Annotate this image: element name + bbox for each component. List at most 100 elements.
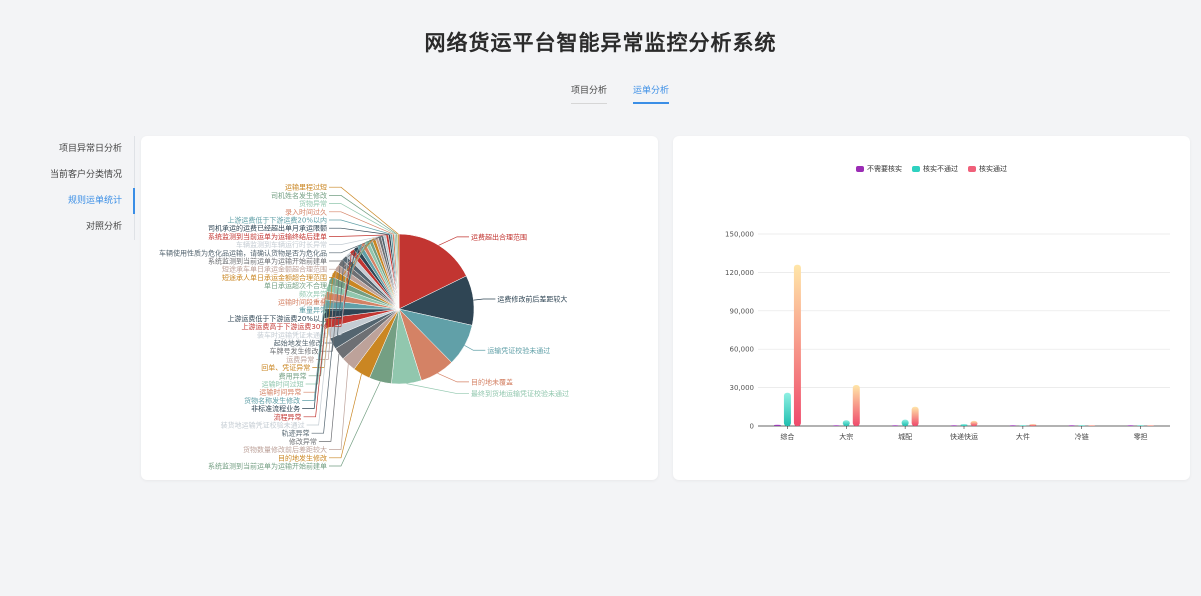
bar[interactable] (950, 425, 958, 426)
x-tick-label: 冷链 (1075, 432, 1089, 441)
nav-item-rule-waybill-stats[interactable]: 规则运单统计 (40, 188, 135, 214)
pie-label-line (329, 219, 392, 235)
y-tick-label: 30,000 (730, 384, 755, 392)
pie-slice-label: 最终到货地运输凭证校验未通过 (471, 389, 569, 398)
pie-slice-label: 运费修改前后差距较大 (497, 294, 567, 303)
pie-label-line (464, 345, 486, 351)
pie-label-line (318, 353, 340, 442)
bar[interactable] (783, 392, 791, 426)
y-tick-label: 0 (750, 423, 754, 431)
y-tick-label: 60,000 (730, 346, 755, 354)
pie-slice-label: 运费异常 (286, 355, 314, 364)
pie-slice-label: 司机承运的运费已经超出单月承运限额 (208, 224, 327, 233)
bar[interactable] (960, 424, 968, 426)
bar[interactable] (1019, 425, 1027, 426)
pie-slice-label: 装货地运输凭证校验未通过 (221, 421, 305, 430)
tab-project-analysis[interactable]: 项目分析 (571, 83, 608, 104)
pie-slice-label: 车辆使用性质为危化品运输，请确认货物是否为危化品 (159, 248, 327, 257)
bar-chart: 0 30,000 60,000 90,000 120,000 150,000 综合 大宗 城配 快… (725, 231, 1170, 441)
x-tick-label: 城配 (898, 433, 912, 441)
bar[interactable] (793, 264, 801, 426)
pie-slice-label: 运输时间过短 (262, 380, 304, 389)
pie-slice-label: 流程异常 (274, 412, 302, 421)
legend-item[interactable]: 核实不通过 (912, 164, 958, 174)
pie-label-line (329, 186, 399, 235)
x-tick-label: 零担 (1134, 432, 1148, 441)
bar[interactable] (1127, 425, 1135, 426)
nav-item-comparison[interactable]: 对照分析 (40, 214, 134, 240)
y-tick-label: 90,000 (730, 307, 755, 315)
legend-swatch (912, 166, 920, 172)
bar[interactable] (842, 420, 850, 426)
x-tick-label: 大件 (1016, 432, 1030, 441)
pie-label-line (329, 364, 349, 450)
nav-item-customer-classification[interactable]: 当前客户分类情况 (40, 162, 134, 188)
pie-slice-label: 非标准流程业务 (251, 404, 300, 413)
bar-chart-legend: 不需要核实 核实不通过 核实通过 (673, 164, 1190, 174)
bar[interactable] (891, 425, 899, 426)
pie-slice-label: 回单、凭证异常 (261, 363, 310, 372)
pie-slice-label: 修改异常 (289, 437, 317, 446)
legend-label: 核实通过 (979, 165, 1007, 173)
pie-slice-label: 起始地发生修改 (274, 339, 323, 348)
y-tick-label: 120,000 (725, 269, 754, 277)
bar[interactable] (1029, 424, 1037, 426)
pie-slice-label: 装车时运输凭证未通过 (257, 330, 327, 339)
pie-slice-label: 车辆监测到车辆运行时长异常 (236, 240, 327, 249)
legend-label: 不需要核实 (867, 165, 902, 173)
page-title: 网络货运平台智能异常监控分析系统 (424, 31, 777, 55)
pie-slice-label: 目的地发生修改 (278, 453, 327, 462)
bar[interactable] (1137, 425, 1145, 426)
pie-label-line (406, 383, 469, 394)
pie-slice-label: 运输里程过短 (285, 183, 327, 192)
legend-swatch (968, 166, 976, 172)
bar[interactable] (852, 385, 860, 426)
pie-slice-label: 系统监测到当前运单为运输开始前建单 (208, 462, 327, 471)
bar[interactable] (1009, 425, 1017, 426)
bar[interactable] (832, 425, 840, 426)
pie-slice-label: 目的地未覆盖 (471, 377, 513, 386)
pie-slice-label: 系统监测到当前运单为运输终结后建单 (208, 232, 327, 241)
legend-item[interactable]: 不需要核实 (856, 164, 902, 174)
bar[interactable] (1068, 425, 1076, 426)
pie-slice-label: 货物数量修改前后差距较大 (243, 445, 327, 454)
x-tick-label: 大宗 (839, 432, 853, 441)
x-tick-label: 快递快运 (950, 432, 978, 441)
pie-slice-label: 录入时间过久 (285, 207, 327, 216)
legend-label: 核实不通过 (923, 165, 958, 173)
pie-label-line (329, 203, 396, 235)
pie-slice-label: 运输时间段重叠 (278, 298, 327, 307)
y-tick-label: 150,000 (725, 231, 754, 239)
pie-slice-label: 上游运费低于下游运费20%以内 (227, 216, 327, 225)
pie-slice-label: 运费超出合理范围 (471, 232, 527, 241)
pie-chart: 运费超出合理范围运费修改前后差距较大运输凭证校验未通过目的地未覆盖最终到货地运输… (159, 183, 569, 471)
bar[interactable] (1147, 425, 1155, 426)
pie-slice-label: 短途承车单日承运金额超合理范围 (222, 265, 327, 274)
pie-slice-label: 货物异常 (299, 199, 327, 208)
bar-chart-card: 不需要核实 核实不通过 核实通过 0 30,000 60,000 90,000 120,00… (673, 136, 1190, 480)
pie-label-line (329, 234, 388, 237)
side-navigation: 项目异常日分析 当前客户分类情况 规则运单统计 对照分析 (40, 136, 135, 240)
pie-slice-label: 司机姓名发生修改 (271, 191, 327, 200)
pie-label-line (438, 236, 469, 246)
bar[interactable] (901, 419, 909, 426)
pie-chart-card: 运费超出合理范围运费修改前后差距较大运输凭证校验未通过目的地未覆盖最终到货地运输… (141, 136, 658, 480)
bar[interactable] (773, 424, 781, 426)
pie-slice-label: 车牌号发生修改 (269, 347, 318, 356)
bar[interactable] (911, 406, 919, 426)
pie-slice-label: 重量异常 (299, 306, 327, 315)
pie-slice-label: 运输凭证校验未通过 (487, 346, 550, 355)
bar[interactable] (1078, 425, 1086, 426)
x-tick-label: 综合 (780, 432, 794, 441)
bar[interactable] (970, 420, 978, 426)
legend-item[interactable]: 核实通过 (968, 164, 1007, 174)
nav-item-project-daily[interactable]: 项目异常日分析 (40, 136, 134, 162)
pie-slice-label: 费用异常 (279, 371, 307, 380)
pie-slice-label: 频次异常 (299, 289, 327, 298)
pie-slice-label: 单日承运超次不合理 (264, 281, 327, 290)
pie-slice-label: 运输时间异常 (259, 388, 301, 397)
pie-slice-label: 短途承人单日承运金额超合理范围 (222, 273, 327, 282)
bar[interactable] (1088, 425, 1096, 426)
tab-waybill-analysis[interactable]: 运单分析 (633, 83, 670, 104)
legend-swatch (856, 166, 864, 172)
